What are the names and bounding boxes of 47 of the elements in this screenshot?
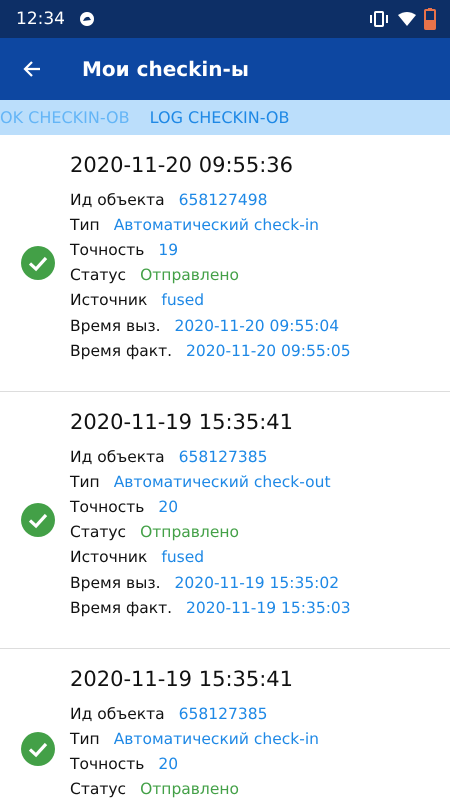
status-value: Отправлено: [140, 523, 239, 542]
field-label: Источник: [70, 291, 148, 310]
battery-icon: [424, 8, 436, 30]
vibrate-icon: [368, 11, 390, 27]
field-label: Тип: [70, 730, 100, 748]
status-value: Отправлено: [140, 266, 239, 284]
field-label: Точность: [70, 240, 144, 259]
field-value: fused: [161, 291, 204, 310]
field-value: 20: [158, 498, 178, 516]
field-value: Автоматический check-in: [114, 730, 319, 748]
field-label: Статус: [70, 266, 126, 284]
field-label: Точность: [70, 498, 144, 516]
status-value: Отправлено: [140, 780, 239, 798]
field-value: 2020-11-19 15:35:03: [186, 598, 351, 617]
field-label: Ид объекта: [70, 704, 165, 723]
entry-timestamp: 2020-11-19 15:35:41: [70, 667, 294, 691]
field-value: 2020-11-20 09:55:04: [174, 316, 340, 335]
field-label: Тип: [70, 472, 100, 491]
field-label: Ид объекта: [70, 448, 165, 466]
field-label: Время выз.: [70, 574, 160, 592]
field-label: Статус: [70, 780, 126, 798]
notification-icon: [79, 11, 95, 27]
field-label: Точность: [70, 754, 144, 773]
screen-title: Мои checkin-ы: [82, 57, 249, 81]
field-label: Статус: [70, 523, 126, 542]
field-value: 2020-11-20 09:55:05: [186, 342, 351, 360]
field-value: Автоматический check-out: [114, 472, 331, 491]
field-label: Тип: [70, 216, 100, 234]
field-label: Время факт.: [70, 342, 172, 360]
status-time: 12:34: [16, 9, 65, 29]
field-value: Автоматический check-in: [114, 216, 319, 234]
field-value: 658127498: [178, 190, 268, 209]
tab[interactable]: OK CHECKIN-OB: [0, 108, 130, 127]
wifi-icon: [398, 12, 416, 26]
entry-timestamp: 2020-11-20 09:55:36: [70, 153, 294, 177]
entry-timestamp: 2020-11-19 15:35:41: [70, 410, 294, 434]
field-value: 19: [158, 240, 178, 259]
field-value: 658127385: [178, 448, 268, 466]
field-label: Источник: [70, 548, 148, 566]
field-label: Ид объекта: [70, 190, 165, 209]
field-value: fused: [161, 548, 204, 566]
field-value: 658127385: [178, 704, 268, 723]
field-label: Время факт.: [70, 598, 172, 617]
field-value: 2020-11-19 15:35:02: [174, 574, 340, 592]
tab[interactable]: LOG CHECKIN-OB: [150, 108, 290, 127]
field-value: 20: [158, 754, 178, 773]
field-label: Время выз.: [70, 316, 160, 335]
